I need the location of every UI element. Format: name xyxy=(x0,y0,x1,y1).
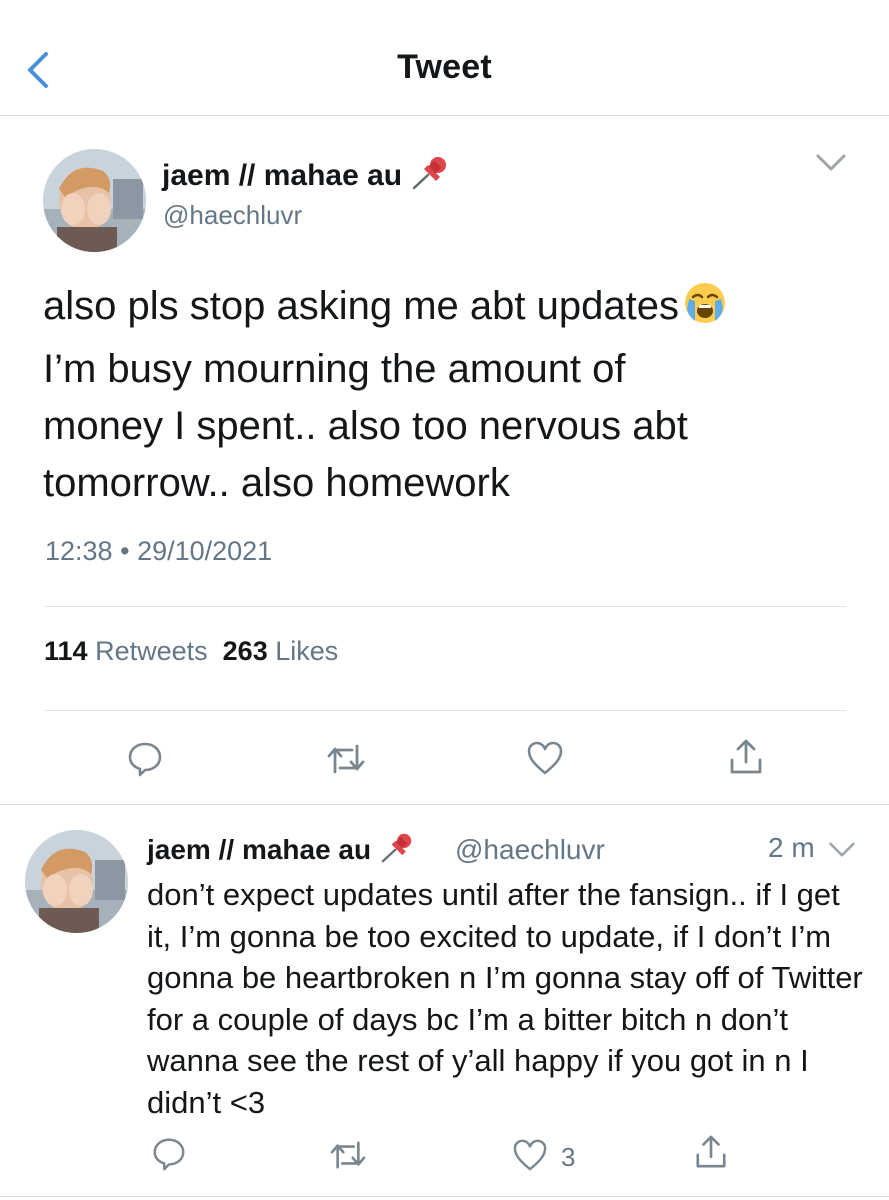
author-name-row[interactable]: jaem // mahae au xyxy=(162,155,450,199)
reply-button[interactable] xyxy=(126,740,164,783)
tweet-text: also pls stop asking me abt updates I’m … xyxy=(43,278,843,512)
reply-time: 2 m xyxy=(768,832,815,863)
retweet-button[interactable] xyxy=(326,742,366,781)
divider xyxy=(0,804,889,805)
heart-icon xyxy=(527,741,563,775)
navigation-bar: Tweet xyxy=(0,0,889,116)
tweet-text-line-1: also pls stop asking me abt updates xyxy=(43,284,679,328)
author-name: jaem // mahae au xyxy=(162,158,403,192)
like-button[interactable] xyxy=(526,740,564,781)
author-handle[interactable]: @haechluvr xyxy=(163,200,302,231)
pushpin-icon xyxy=(410,155,450,199)
reply-bubble-icon xyxy=(128,742,162,777)
share-icon xyxy=(696,1135,726,1168)
pushpin-icon xyxy=(379,832,415,871)
likes-count: 263 xyxy=(222,636,268,666)
reply-handle[interactable]: @haechluvr xyxy=(455,834,605,866)
retweets-stat[interactable]: 114 Retweets xyxy=(44,636,208,666)
retweets-count: 114 xyxy=(44,636,88,666)
avatar[interactable] xyxy=(43,149,146,252)
timestamp-separator: • xyxy=(120,536,130,566)
share-button[interactable] xyxy=(728,738,764,781)
chevron-down-icon xyxy=(816,154,846,171)
tweet-menu-button[interactable] xyxy=(815,152,847,179)
retweet-icon xyxy=(330,1141,366,1169)
reply-like-button[interactable] xyxy=(512,1138,548,1177)
tweet-date: 29/10/2021 xyxy=(137,536,273,566)
tweet-time: 12:38 xyxy=(45,536,113,566)
reply-text: don’t expect updates until after the fan… xyxy=(147,877,863,1120)
retweet-icon xyxy=(327,744,365,774)
likes-label: Likes xyxy=(275,636,339,666)
retweets-label: Retweets xyxy=(95,636,208,666)
reply-menu-button[interactable] xyxy=(828,840,856,865)
engagement-stats: 114 Retweets 263 Likes xyxy=(44,636,338,667)
share-icon xyxy=(730,739,762,774)
reply-retweet-button[interactable] xyxy=(329,1139,367,1176)
reply-avatar[interactable] xyxy=(25,830,128,933)
divider xyxy=(44,710,846,711)
chevron-down-icon xyxy=(829,842,855,857)
divider xyxy=(44,606,846,607)
heart-icon xyxy=(513,1139,547,1171)
reply-reply-button[interactable] xyxy=(151,1136,187,1177)
tweet-timestamp[interactable]: 12:38 • 29/10/2021 xyxy=(45,536,272,567)
loudly-crying-face-emoji xyxy=(683,281,727,341)
reply-share-button[interactable] xyxy=(694,1134,728,1175)
reply-like-count: 3 xyxy=(561,1142,576,1172)
divider xyxy=(0,1196,889,1197)
page-title: Tweet xyxy=(397,48,492,86)
tweet-text-rest: I’m busy mourning the amount of money I … xyxy=(43,347,688,505)
reply-author-name: jaem // mahae au xyxy=(147,833,372,865)
reply-author-row[interactable]: jaem // mahae au xyxy=(147,832,415,871)
reply-bubble-icon xyxy=(153,1138,185,1171)
likes-stat[interactable]: 263 Likes xyxy=(223,636,339,666)
